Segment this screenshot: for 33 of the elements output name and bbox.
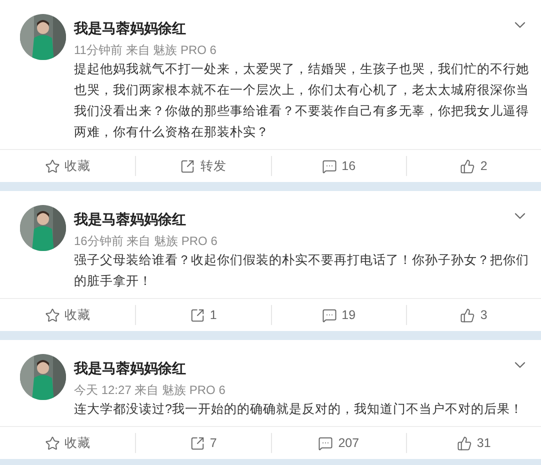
comment-icon (322, 158, 337, 174)
repost-button[interactable]: 1 (135, 305, 270, 325)
post-text: 连大学都没读过?我一开始的的确确就是反对的，我知道门不当户不对的后果！ (74, 401, 524, 418)
star-icon (44, 436, 60, 450)
repost-button[interactable]: 7 (135, 433, 270, 453)
comment-button[interactable]: 16 (270, 156, 406, 176)
like-button[interactable]: 31 (406, 433, 541, 453)
comment-icon (322, 308, 337, 322)
favorite-button[interactable]: 收藏 (0, 156, 136, 176)
author-name[interactable]: 我是马蓉妈妈徐红 (74, 209, 533, 229)
share-icon (180, 158, 196, 174)
comment-button[interactable]: 207 (270, 433, 406, 453)
like-button[interactable]: 2 (406, 156, 541, 176)
like-button[interactable]: 3 (406, 305, 541, 325)
thumbs-up-icon (460, 308, 476, 322)
post-meta: 今天 12:27 来自 魅族 PRO 6 (74, 382, 226, 399)
comment-icon (318, 436, 334, 450)
thumbs-up-icon (460, 158, 476, 174)
author-name[interactable]: 我是马蓉妈妈徐红 (74, 358, 533, 378)
star-icon (44, 308, 60, 322)
favorite-button[interactable]: 收藏 (0, 433, 136, 453)
repost-button[interactable]: 转发 (135, 156, 270, 176)
post-meta: 16分钟前 来自 魅族 PRO 6 (74, 233, 218, 250)
share-icon (190, 308, 205, 322)
post-text: 提起他妈我就气不打一处来，太爱哭了，结婚哭，生孩子也哭，我们忙的不行她也哭，我们两家根本就不在一个层次上，你们太有心机了，老太太城府很深你当我们没看出来？你做的那些事给谁看？不要装作自己有多无辜，你把我女儿逼得两难，你有什么资格在那装朴实？ (74, 61, 530, 141)
favorite-button[interactable]: 收藏 (0, 305, 136, 325)
thumbs-up-icon (456, 436, 472, 450)
author-name[interactable]: 我是马蓉妈妈徐红 (74, 18, 533, 38)
comment-button[interactable]: 19 (270, 305, 406, 325)
post-meta: 11分钟前 来自 魅族 PRO 6 (74, 42, 218, 59)
post-text: 强子父母装给谁看？收起你们假装的朴实不要再打电话了！你孙子孙女？把你们的脏手拿开！ (74, 252, 530, 290)
share-icon (190, 436, 205, 450)
star-icon (44, 158, 60, 174)
